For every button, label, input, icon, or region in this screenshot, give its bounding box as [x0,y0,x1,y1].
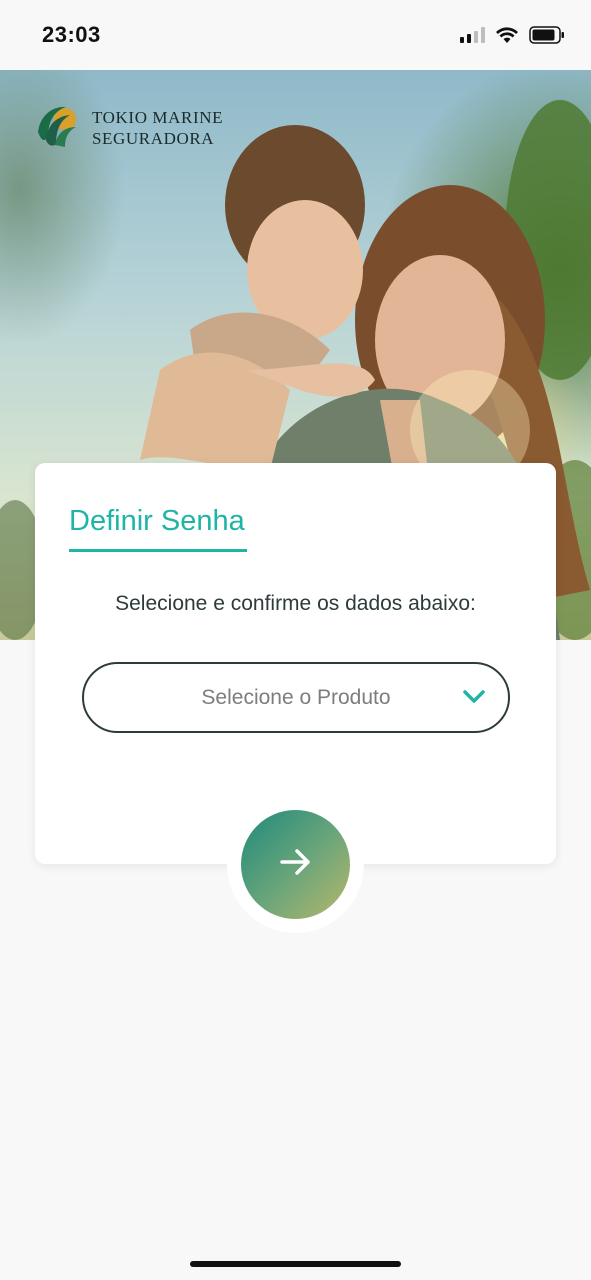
brand-line-2: SEGURADORA [92,128,215,148]
card-title: Definir Senha [69,505,245,537]
status-bar: 23:03 [0,0,591,70]
next-button[interactable] [241,810,350,919]
product-select[interactable]: Selecione o Produto [82,662,510,733]
chevron-down-icon [462,688,486,711]
title-underline [69,549,247,552]
define-password-screen: 23:03 TOKIO MARINE SEGURADORA Definir Se… [0,0,591,1280]
brand-line-1: TOKIO MARINE [92,107,224,127]
wifi-icon [495,26,519,44]
card-instructions: Selecione e confirme os dados abaixo: [115,592,476,615]
brand-name: TOKIO MARINE SEGURADORA [92,107,223,149]
status-icons [460,26,565,44]
product-select-placeholder: Selecione o Produto [201,685,391,709]
arrow-right-icon [279,847,313,882]
cellular-signal-icon [460,27,485,43]
battery-icon [529,26,565,44]
status-time: 23:03 [42,22,101,47]
tokio-marine-logo-icon [34,102,80,153]
brand-logo: TOKIO MARINE SEGURADORA [34,102,223,153]
home-indicator [190,1261,401,1267]
